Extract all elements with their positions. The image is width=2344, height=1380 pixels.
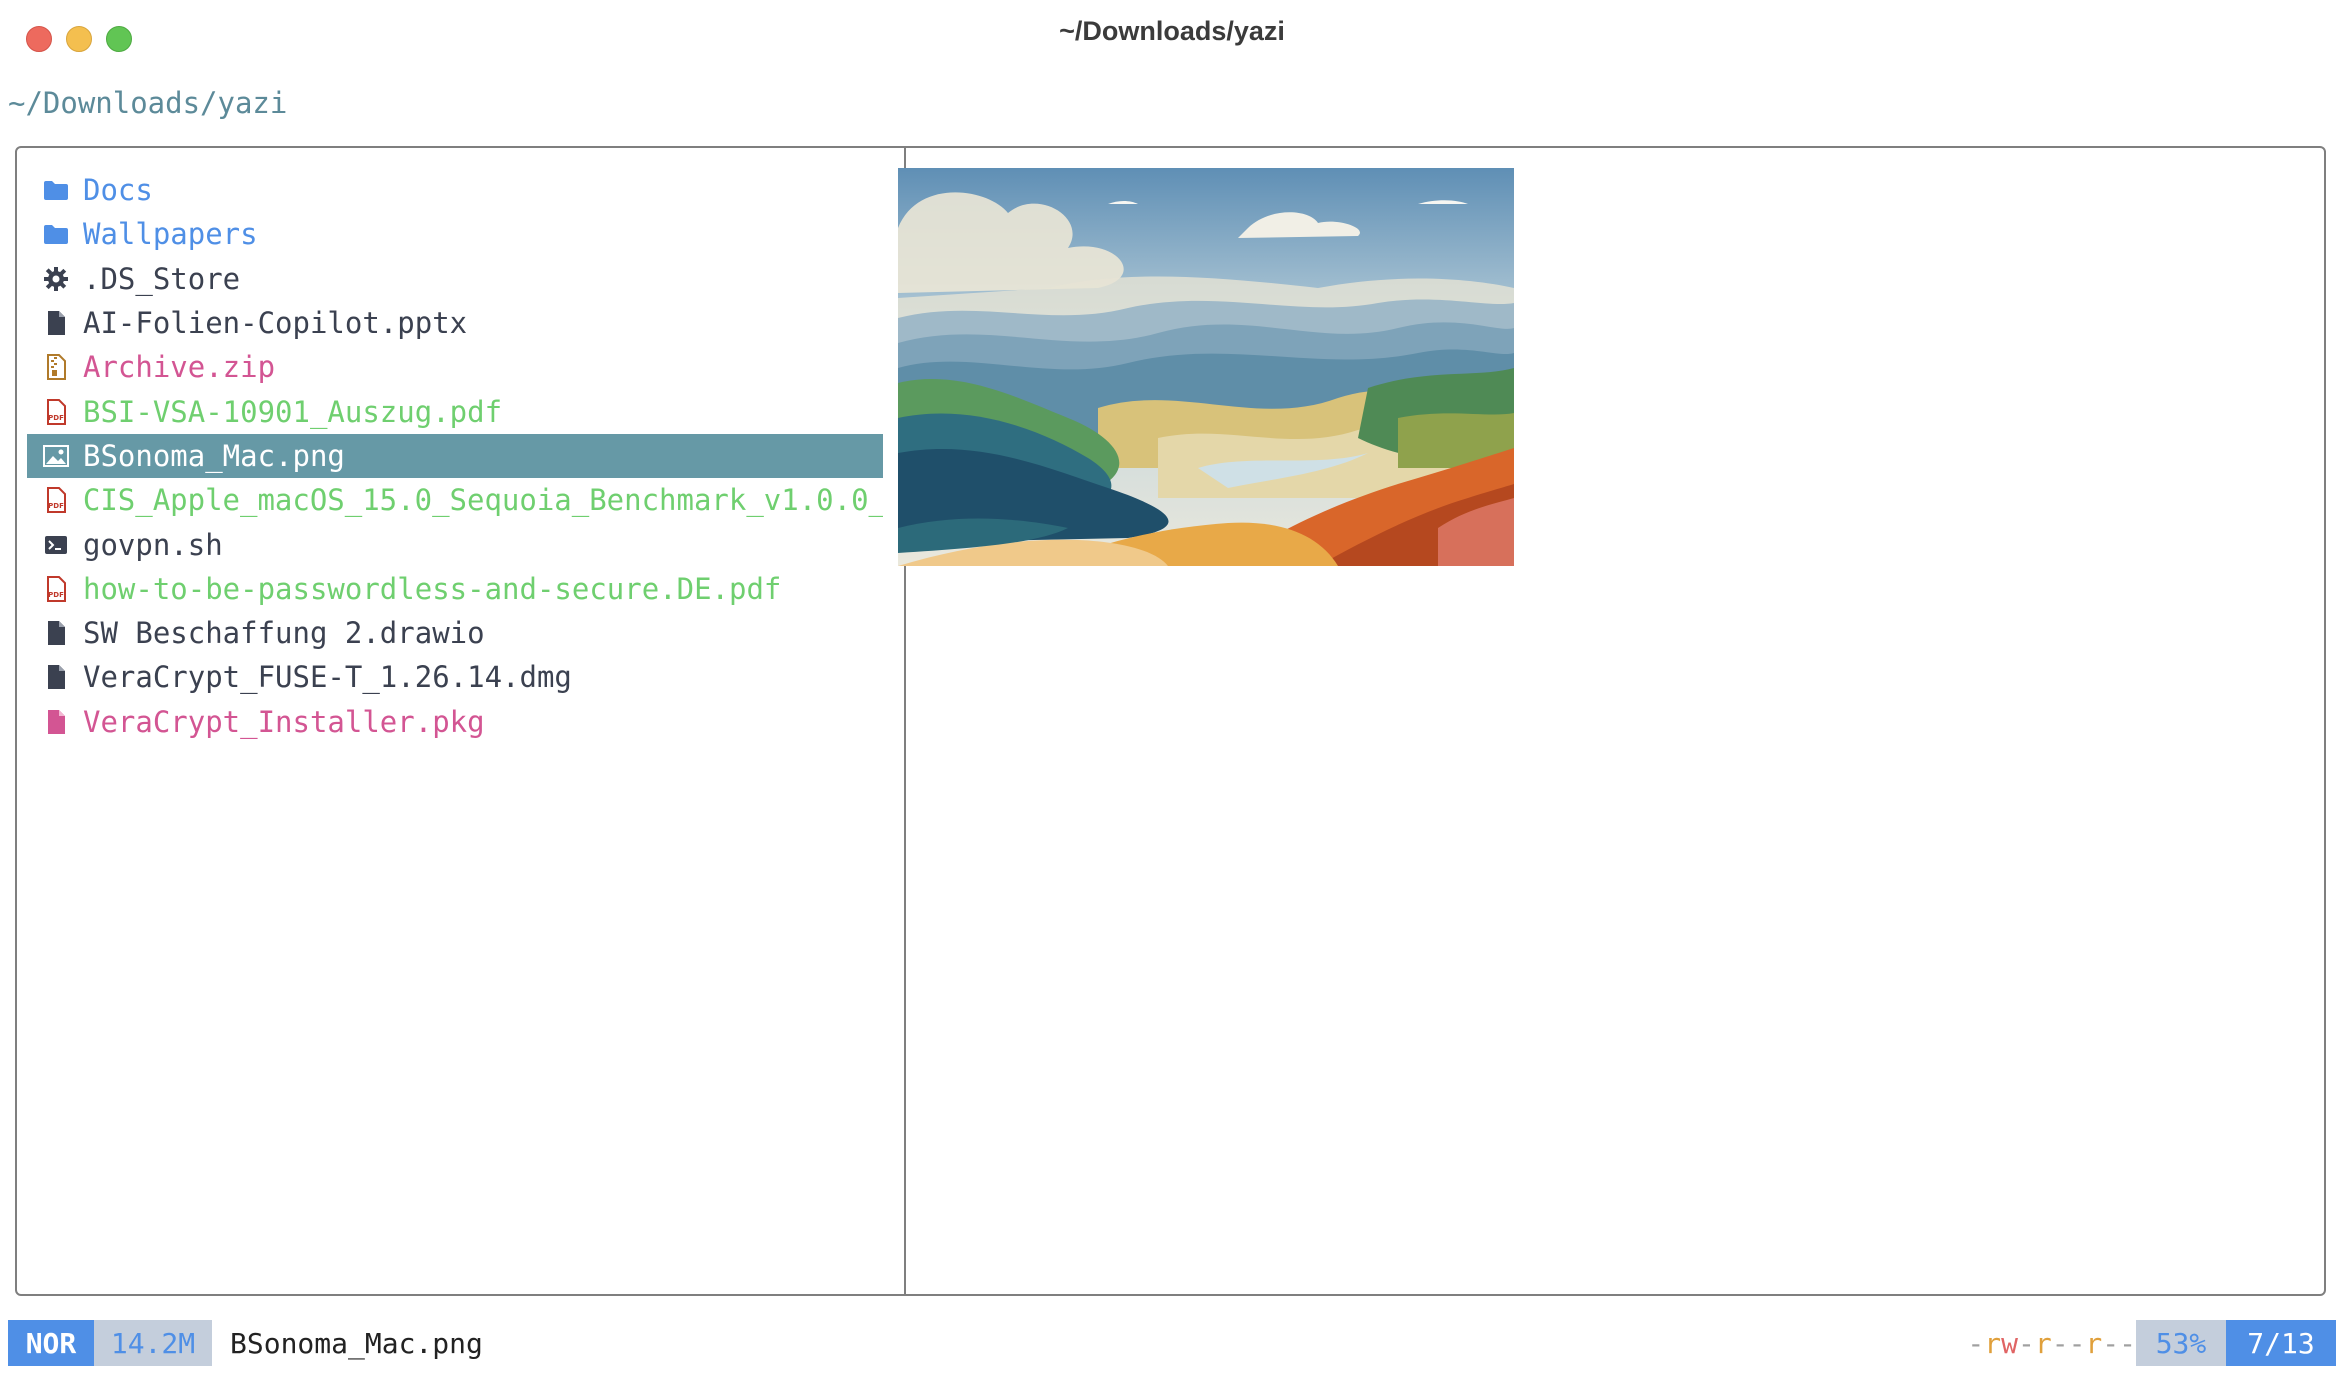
file-row[interactable]: PDF how-to-be-passwordless-and-secure.DE.… xyxy=(27,567,883,611)
window-title: ~/Downloads/yazi xyxy=(1059,16,1285,46)
svg-text:PDF: PDF xyxy=(48,414,64,422)
status-filename: BSonoma_Mac.png xyxy=(230,1326,483,1360)
gear-icon xyxy=(39,266,73,292)
file-icon xyxy=(39,310,73,336)
file-row[interactable]: .DS_Store xyxy=(27,257,883,301)
file-name: Archive.zip xyxy=(83,350,276,385)
permission-char: - xyxy=(1967,1326,1985,1360)
file-row[interactable]: BSonoma_Mac.png xyxy=(27,433,883,479)
current-path: ~/Downloads/yazi xyxy=(8,86,288,120)
file-icon xyxy=(39,664,73,690)
file-row[interactable]: Wallpapers xyxy=(27,212,883,256)
file-list: Docs Wallpapers .DS_Store AI-Folien-Copilot… xyxy=(27,168,883,744)
permission-char: r xyxy=(2034,1326,2052,1360)
svg-text:PDF: PDF xyxy=(48,591,64,599)
file-name: govpn.sh xyxy=(83,527,223,562)
file-permissions: -rw-r--r-- xyxy=(1967,1320,2136,1366)
svg-text:PDF: PDF xyxy=(48,502,64,510)
permission-char: r xyxy=(2085,1326,2103,1360)
file-size: 14.2M xyxy=(94,1320,212,1366)
pdf-icon: PDF xyxy=(39,575,73,602)
file-row[interactable]: VeraCrypt_Installer.pkg xyxy=(27,700,883,744)
package-icon xyxy=(39,709,73,735)
file-name: BSonoma_Mac.png xyxy=(83,438,345,473)
file-name: BSI-VSA-10901_Auszug.pdf xyxy=(83,394,503,429)
file-row[interactable]: AI-Folien-Copilot.pptx xyxy=(27,301,883,345)
pdf-icon: PDF xyxy=(39,398,73,425)
file-name: CIS_Apple_macOS_15.0_Sequoia_Benchmark_v… xyxy=(82,483,883,518)
file-name: VeraCrypt_Installer.pkg xyxy=(83,704,485,739)
permission-char: - xyxy=(2119,1326,2136,1360)
file-row[interactable]: PDF CIS_Apple_macOS_15.0_Sequoia_Benchmar… xyxy=(27,478,883,522)
permission-char: - xyxy=(2068,1326,2086,1360)
folder-icon xyxy=(39,179,73,201)
terminal-window: ~/Downloads/yazi ~/Downloads/yazi Docs Wa… xyxy=(0,0,2344,1380)
file-name: how-to-be-passwordless-and-secure.DE.pdf xyxy=(83,571,782,606)
file-name: Wallpapers xyxy=(83,217,258,252)
file-name: SW Beschaffung 2.drawio xyxy=(83,616,485,651)
file-row[interactable]: Docs xyxy=(27,168,883,212)
terminal-icon xyxy=(39,534,73,556)
file-name: Docs xyxy=(83,173,153,208)
file-name: AI-Folien-Copilot.pptx xyxy=(83,306,468,341)
image-icon xyxy=(39,444,73,467)
image-preview xyxy=(898,168,1514,566)
file-name: VeraCrypt_FUSE-T_1.26.14.dmg xyxy=(83,660,572,695)
file-row[interactable]: PDF BSI-VSA-10901_Auszug.pdf xyxy=(27,389,883,433)
permission-char: w xyxy=(2001,1326,2018,1360)
file-row[interactable]: govpn.sh xyxy=(27,522,883,566)
zip-icon xyxy=(39,354,73,381)
permission-char: - xyxy=(2102,1326,2120,1360)
status-bar: NOR 14.2M BSonoma_Mac.png -rw-r--r-- 53%… xyxy=(8,1320,2336,1366)
folder-icon xyxy=(39,223,73,245)
mode-indicator: NOR xyxy=(8,1320,94,1366)
cursor-position: 7/13 xyxy=(2226,1320,2336,1366)
file-manager-frame: Docs Wallpapers .DS_Store AI-Folien-Copilot… xyxy=(15,146,2326,1296)
file-row[interactable]: Archive.zip xyxy=(27,345,883,389)
file-name: .DS_Store xyxy=(83,261,241,296)
file-row[interactable]: VeraCrypt_FUSE-T_1.26.14.dmg xyxy=(27,655,883,699)
landscape-preview-image xyxy=(898,168,1514,566)
scroll-percent: 53% xyxy=(2136,1320,2226,1366)
permission-char: r xyxy=(1984,1326,2002,1360)
title-bar: ~/Downloads/yazi xyxy=(0,0,2344,66)
file-row[interactable]: SW Beschaffung 2.drawio xyxy=(27,611,883,655)
permission-char: - xyxy=(2017,1326,2035,1360)
pdf-icon: PDF xyxy=(39,487,73,514)
file-icon xyxy=(39,620,73,646)
permission-char: - xyxy=(2051,1326,2069,1360)
